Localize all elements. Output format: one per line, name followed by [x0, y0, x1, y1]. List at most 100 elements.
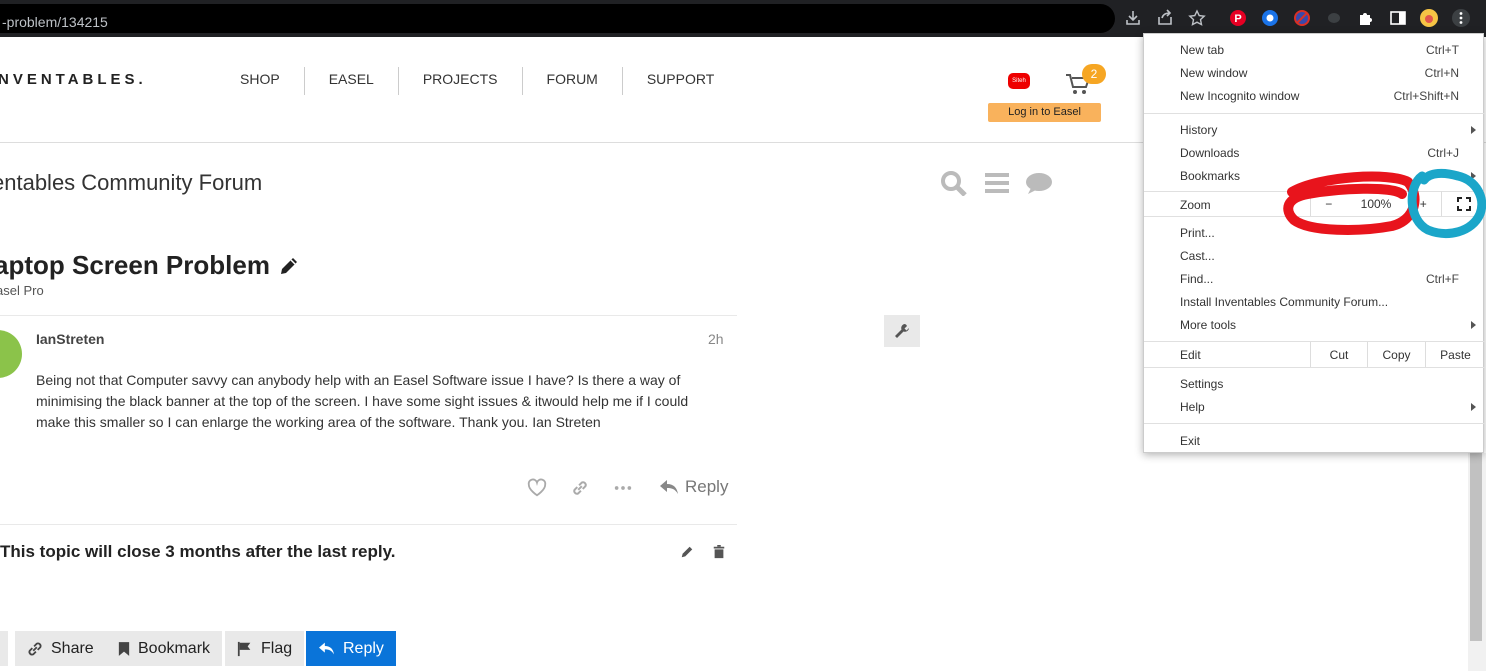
zoom-level: 100%	[1360, 196, 1392, 211]
login-easel-button[interactable]: Log in to Easel	[988, 103, 1101, 122]
like-heart-icon[interactable]	[526, 477, 548, 499]
site-logo[interactable]: NVENTABLES.	[0, 71, 147, 88]
share-button[interactable]: Share	[15, 631, 106, 666]
bookmark-button[interactable]: Bookmark	[106, 631, 223, 666]
menu-copy[interactable]: Copy	[1367, 342, 1425, 367]
menu-history[interactable]: History	[1180, 122, 1217, 138]
nav-support[interactable]: SUPPORT	[621, 67, 738, 95]
cart-count-badge: 2	[1082, 64, 1106, 84]
profile-avatar-icon[interactable]	[1420, 9, 1438, 27]
menu-settings[interactable]: Settings	[1180, 376, 1223, 392]
zoom-out-button[interactable]: −	[1325, 197, 1332, 211]
reply-label: Reply	[343, 639, 384, 657]
forum-title[interactable]: entables Community Forum	[0, 170, 262, 196]
submenu-arrow-icon	[1471, 172, 1476, 180]
chat-icon[interactable]	[1325, 9, 1343, 27]
puzzle-icon[interactable]	[1357, 9, 1375, 27]
post-body: Being not that Computer savvy can anybod…	[36, 372, 689, 430]
menu-paste[interactable]: Paste	[1425, 342, 1485, 367]
post-age[interactable]: 2h	[708, 331, 724, 347]
menu-print[interactable]: Print...	[1180, 225, 1215, 241]
shortcut-downloads: Ctrl+J	[1427, 146, 1459, 160]
post-divider	[0, 315, 737, 316]
flag-button[interactable]: Flag	[225, 631, 305, 666]
sidepanel-icon[interactable]	[1389, 9, 1407, 27]
svg-text:P: P	[1234, 13, 1241, 25]
main-nav: SHOP EASEL PROJECTS FORUM SUPPORT	[216, 67, 738, 95]
topic-title: aptop Screen Problem	[0, 250, 300, 281]
bookmark-label: Bookmark	[138, 639, 211, 657]
blocked-icon[interactable]	[1293, 9, 1311, 27]
pencil-icon[interactable]	[278, 255, 300, 277]
menu-separator	[1144, 216, 1485, 217]
menu-more-tools[interactable]: More tools	[1180, 317, 1236, 333]
browser-context-menu: New tab Ctrl+T New window Ctrl+N New Inc…	[1143, 33, 1485, 453]
menu-downloads[interactable]: Downloads	[1180, 145, 1239, 161]
nav-forum[interactable]: FORUM	[521, 67, 622, 95]
youtube-badge[interactable]: Siteh	[1008, 73, 1030, 89]
wrench-icon[interactable]	[884, 315, 920, 347]
menu-help[interactable]: Help	[1180, 399, 1205, 415]
shortcut-find: Ctrl+F	[1426, 272, 1459, 286]
menu-separator	[1144, 423, 1485, 424]
submenu-arrow-icon	[1471, 321, 1476, 329]
menu-edit: Edit	[1180, 348, 1201, 362]
menu-new-window[interactable]: New window	[1180, 65, 1247, 81]
menu-cut[interactable]: Cut	[1310, 342, 1367, 367]
submenu-arrow-icon	[1471, 126, 1476, 134]
flag-label: Flag	[261, 639, 293, 657]
fullscreen-button[interactable]	[1441, 191, 1485, 216]
menu-find[interactable]: Find...	[1180, 271, 1213, 287]
share-label: Share	[51, 639, 94, 657]
search-icon[interactable]	[940, 170, 968, 197]
topic-category[interactable]: asel Pro	[0, 283, 44, 298]
link-icon[interactable]	[569, 477, 591, 499]
address-bar[interactable]: -problem/134215	[0, 4, 1115, 33]
fullscreen-icon	[1456, 196, 1471, 211]
menu-install-app[interactable]: Install Inventables Community Forum...	[1180, 294, 1388, 310]
shortcut-new-tab: Ctrl+T	[1426, 43, 1459, 57]
avatar[interactable]: I	[0, 330, 22, 378]
menu-new-tab[interactable]: New tab	[1180, 42, 1224, 58]
reply-button[interactable]: Reply	[306, 631, 396, 666]
zoom-in-button[interactable]: +	[1420, 197, 1427, 211]
extension-blue-icon[interactable]	[1261, 9, 1279, 27]
menu-separator	[1144, 113, 1485, 114]
hamburger-menu-icon[interactable]	[983, 170, 1011, 196]
submenu-arrow-icon	[1471, 403, 1476, 411]
menu-exit[interactable]: Exit	[1180, 433, 1200, 449]
trash-icon[interactable]	[711, 544, 727, 560]
kebab-menu-icon[interactable]	[1452, 9, 1470, 27]
browser-toolbar: -problem/134215 P	[0, 0, 1486, 37]
footer-edge-button[interactable]	[0, 631, 8, 666]
nav-projects[interactable]: PROJECTS	[397, 67, 522, 95]
post-reply-button[interactable]: Reply	[659, 477, 728, 497]
link-icon	[28, 642, 42, 655]
menu-separator	[1144, 367, 1485, 368]
shortcut-incognito: Ctrl+Shift+N	[1393, 89, 1459, 103]
more-dots-icon[interactable]	[612, 477, 634, 499]
menu-incognito[interactable]: New Incognito window	[1180, 88, 1299, 104]
bookmark-icon	[118, 641, 130, 656]
star-icon[interactable]	[1188, 9, 1206, 27]
reply-arrow-icon	[319, 642, 334, 655]
shortcut-new-window: Ctrl+N	[1424, 66, 1459, 80]
chat-bubble-icon[interactable]	[1025, 170, 1053, 196]
url-text: -problem/134215	[2, 14, 108, 30]
share-icon[interactable]	[1156, 9, 1174, 27]
menu-bookmarks[interactable]: Bookmarks	[1180, 168, 1240, 184]
flag-icon	[237, 641, 251, 656]
menu-cast[interactable]: Cast...	[1180, 248, 1215, 264]
nav-shop[interactable]: SHOP	[216, 67, 304, 95]
download-icon[interactable]	[1124, 9, 1142, 27]
topic-close-notice: This topic will close 3 months after the…	[0, 542, 396, 561]
scrollbar-thumb[interactable]	[1470, 453, 1482, 641]
pinterest-icon[interactable]: P	[1229, 9, 1247, 27]
post-bottom-divider	[0, 524, 737, 525]
reply-arrow-icon	[660, 480, 678, 494]
post-reply-label: Reply	[685, 477, 729, 496]
edit-pencil-icon[interactable]	[679, 544, 695, 560]
topic-title-text[interactable]: aptop Screen Problem	[0, 250, 270, 281]
nav-easel[interactable]: EASEL	[303, 67, 398, 95]
post-author[interactable]: IanStreten	[36, 331, 104, 347]
